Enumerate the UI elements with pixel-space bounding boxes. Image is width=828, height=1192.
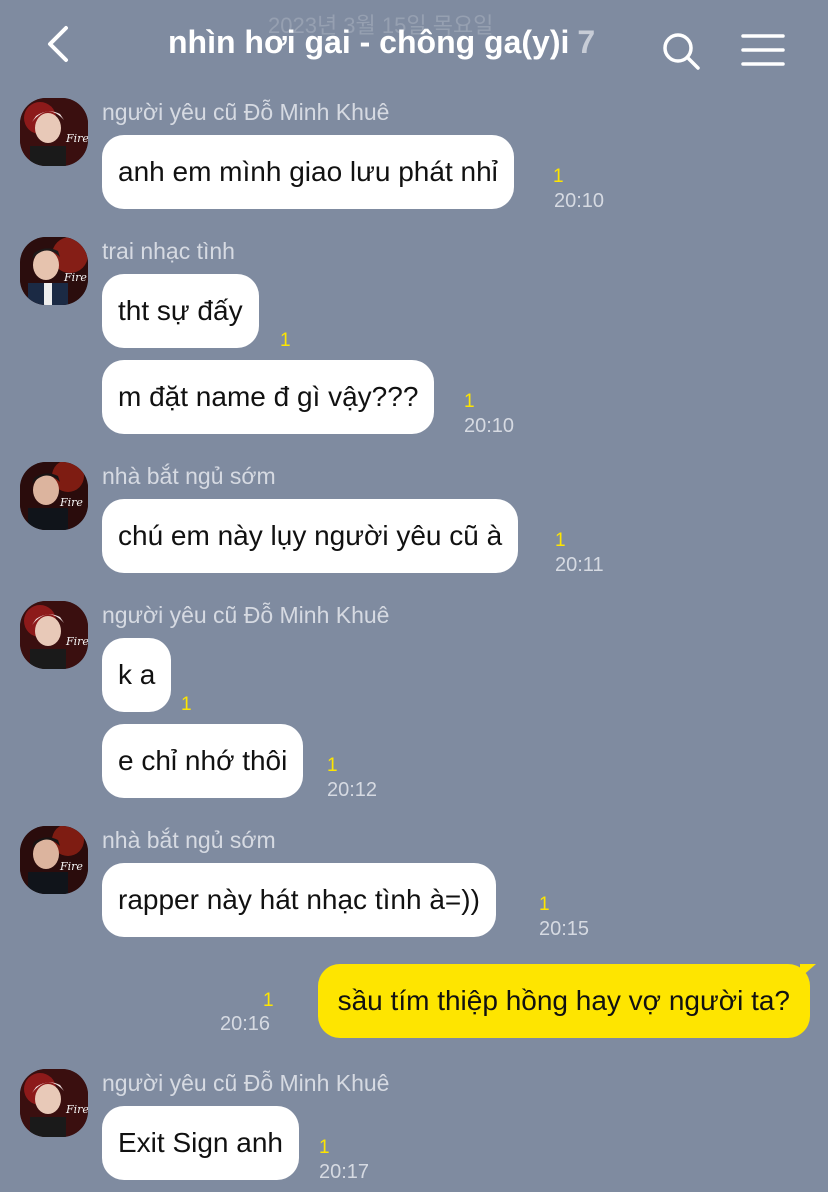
search-icon — [663, 33, 700, 70]
svg-text:Fire: Fire — [65, 1103, 88, 1116]
unread-count: 1 — [327, 755, 338, 776]
unread-count: 1 — [553, 166, 564, 187]
svg-text:Fire: Fire — [63, 271, 87, 284]
back-button[interactable] — [40, 22, 80, 66]
member-count: 7 — [577, 24, 596, 60]
sender-avatar[interactable]: Fire — [20, 826, 88, 894]
sender-name: người yêu cũ Đỗ Minh Khuê — [102, 1070, 390, 1096]
message-bubble[interactable]: Exit Sign anh — [102, 1106, 299, 1180]
message-bubble[interactable]: tht sự đấy — [102, 274, 259, 348]
search-button[interactable] — [660, 30, 702, 72]
avatar-image: Fire — [20, 462, 88, 530]
svg-text:Fire: Fire — [65, 635, 88, 648]
svg-text:Fire: Fire — [59, 496, 83, 509]
sender-name: trai nhạc tình — [102, 238, 235, 264]
message-time: 20:10 — [554, 190, 605, 212]
message-time: 20:10 — [464, 415, 515, 437]
avatar-image: Fire — [20, 237, 88, 305]
unread-count: 1 — [181, 694, 192, 715]
svg-text:Fire: Fire — [65, 132, 88, 145]
svg-text:Fire: Fire — [59, 860, 83, 873]
unread-count: 1 — [555, 530, 566, 551]
message-time: 20:16 — [220, 1013, 271, 1035]
unread-count: 1 — [280, 330, 291, 351]
sender-name: người yêu cũ Đỗ Minh Khuê — [102, 602, 390, 628]
unread-count: 1 — [319, 1137, 330, 1158]
message-bubble[interactable]: anh em mình giao lưu phát nhỉ — [102, 135, 514, 209]
message-time: 20:15 — [539, 918, 590, 940]
message-time: 20:11 — [555, 554, 604, 576]
bubble-tail — [800, 964, 816, 978]
chat-title-text: nhìn hơi gai - chông ga(y)i — [168, 24, 570, 60]
my-message-bubble[interactable]: sầu tím thiệp hồng hay vợ người ta? — [317, 964, 810, 1038]
sender-name: nhà bắt ngủ sớm — [102, 463, 276, 489]
menu-button[interactable] — [740, 32, 786, 68]
sender-name: người yêu cũ Đỗ Minh Khuê — [102, 99, 390, 125]
message-bubble[interactable]: k a — [102, 638, 172, 712]
message-bubble[interactable]: e chỉ nhớ thôi — [102, 724, 304, 798]
avatar-image: Fire — [20, 826, 88, 894]
message-time: 20:12 — [327, 779, 378, 801]
avatar-image: Fire — [20, 98, 88, 166]
chat-header: 2023년 3월 15일 목요일 nhìn hơi gai - chông ga… — [0, 0, 828, 92]
sender-avatar[interactable]: Fire — [20, 601, 88, 669]
avatar-image: Fire — [20, 1069, 88, 1137]
unread-count: 1 — [263, 990, 274, 1011]
message-bubble[interactable]: chú em này lụy người yêu cũ à — [102, 499, 519, 573]
message-bubble[interactable]: m đặt name đ gì vậy??? — [102, 360, 435, 434]
unread-count: 1 — [464, 391, 475, 412]
message-time: 20:17 — [319, 1161, 370, 1183]
sender-avatar[interactable]: Fire — [20, 237, 88, 305]
avatar-image: Fire — [20, 601, 88, 669]
sender-name: nhà bắt ngủ sớm — [102, 827, 276, 853]
message-bubble[interactable]: rapper này hát nhạc tình à=)) — [102, 863, 496, 937]
hamburger-menu-icon — [741, 34, 785, 66]
sender-avatar[interactable]: Fire — [20, 462, 88, 530]
sender-avatar[interactable]: Fire — [20, 98, 88, 166]
chevron-left-icon — [48, 26, 68, 62]
sender-avatar[interactable]: Fire — [20, 1069, 88, 1137]
chat-title: nhìn hơi gai - chông ga(y)i 7 — [168, 24, 595, 61]
unread-count: 1 — [539, 894, 550, 915]
